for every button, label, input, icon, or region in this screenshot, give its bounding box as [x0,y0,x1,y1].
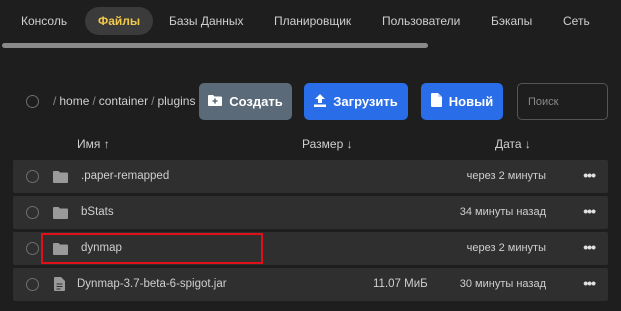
row-select-radio[interactable] [26,278,39,291]
upload-button-label: Загрузить [333,94,398,109]
breadcrumb-plugins[interactable]: plugins [157,94,195,108]
folder-icon [53,170,68,188]
file-row[interactable]: dynmap через 2 минуты ••• [13,232,608,265]
file-name[interactable]: bStats [81,206,114,218]
breadcrumb-separator: / [151,94,155,108]
column-header-date[interactable]: Дата ↓ [495,137,531,151]
file-date: 34 минуты назад [459,206,546,218]
folder-icon [53,242,68,260]
tab-users[interactable]: Пользователи [382,7,460,35]
select-all-radio[interactable] [26,95,39,108]
breadcrumb-home[interactable]: home [59,94,89,108]
row-select-radio[interactable] [26,242,39,255]
search-input[interactable] [517,83,608,120]
file-size: 11.07 МиБ [373,278,428,290]
new-file-button-label: Новый [448,94,494,109]
row-select-radio[interactable] [26,206,39,219]
file-name[interactable]: Dynmap-3.7-beta-6-spigot.jar [77,278,227,290]
breadcrumb-separator: / [92,94,96,108]
more-actions-icon[interactable]: ••• [583,203,596,219]
tab-network[interactable]: Сеть [563,7,590,35]
upload-icon [314,93,327,110]
breadcrumb-container[interactable]: container [99,94,148,108]
file-date: через 2 минуты [466,242,546,254]
file-date: через 2 минуты [466,170,546,182]
breadcrumb: / home / container / plugins [50,94,195,108]
file-icon [430,93,442,110]
folder-icon [53,206,68,224]
tab-console[interactable]: Консоль [21,7,67,35]
file-row[interactable]: .paper-remapped через 2 минуты ••• [13,160,608,193]
create-button-label: Создать [229,94,283,109]
file-date: 30 минуты назад [459,278,546,290]
file-row[interactable]: bStats 34 минуты назад ••• [13,196,608,229]
nav-scrollbar[interactable] [2,43,428,48]
more-actions-icon[interactable]: ••• [583,275,596,291]
new-file-button[interactable]: Новый [421,83,503,120]
top-nav: Консоль Файлы Базы Данных Планировщик По… [0,0,621,48]
column-header-size[interactable]: Размер ↓ [302,137,353,151]
file-icon [54,277,65,296]
column-header-name[interactable]: Имя ↑ [77,137,110,151]
tab-backups[interactable]: Бэкапы [491,7,532,35]
breadcrumb-separator: / [53,94,57,108]
create-button[interactable]: Создать [199,83,292,120]
upload-button[interactable]: Загрузить [304,83,408,120]
tab-databases[interactable]: Базы Данных [169,7,244,35]
more-actions-icon[interactable]: ••• [583,167,596,183]
file-name[interactable]: .paper-remapped [81,170,169,182]
more-actions-icon[interactable]: ••• [583,239,596,255]
tab-scheduler[interactable]: Планировщик [274,7,351,35]
file-row[interactable]: Dynmap-3.7-beta-6-spigot.jar 11.07 МиБ 3… [13,268,608,301]
file-name[interactable]: dynmap [81,242,122,254]
row-select-radio[interactable] [26,170,39,183]
folder-plus-icon [208,94,223,109]
tab-files[interactable]: Файлы [85,7,154,35]
